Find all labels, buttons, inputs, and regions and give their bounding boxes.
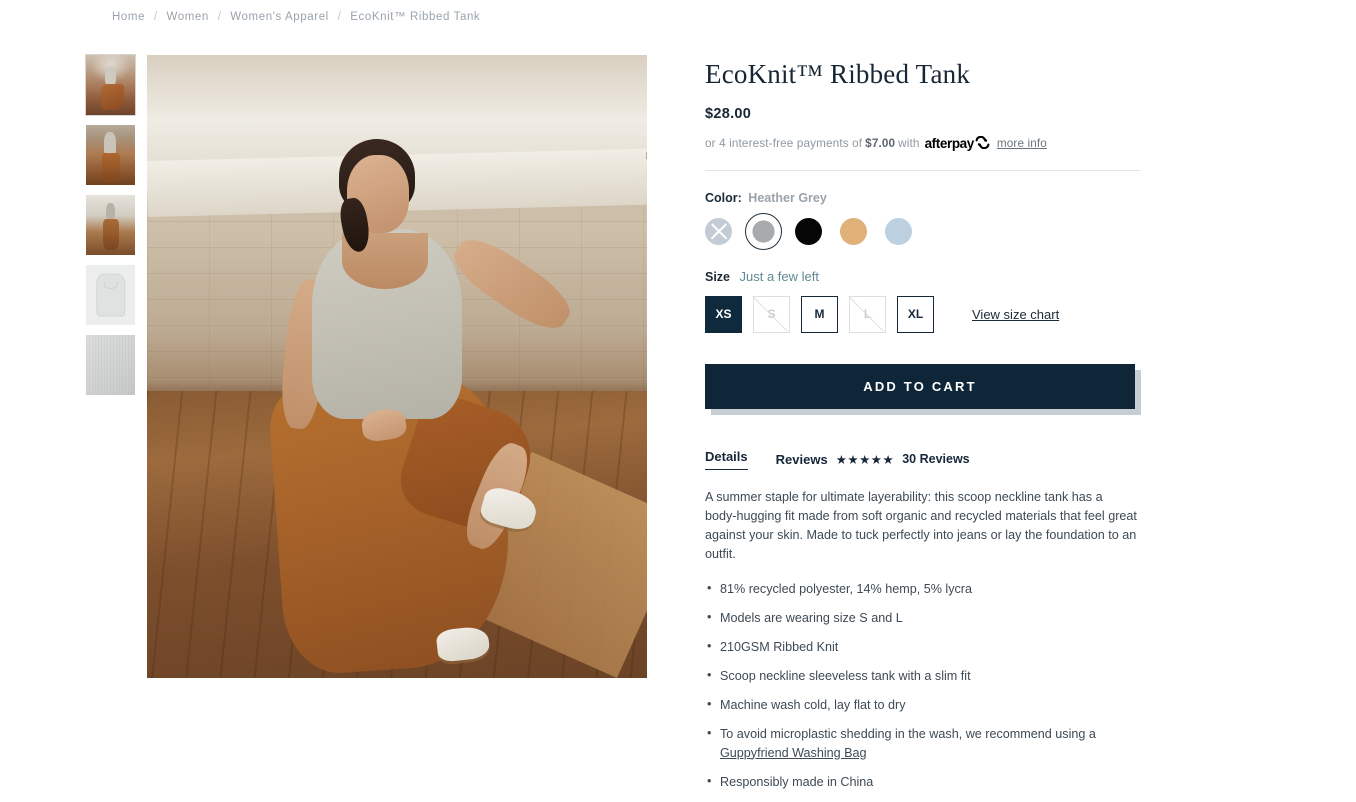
breadcrumb-item-women[interactable]: Women — [166, 11, 208, 23]
list-item-text: To avoid microplastic shedding in the wa… — [720, 726, 1096, 741]
swatch-dot — [752, 220, 775, 243]
list-item: 210GSM Ribbed Knit — [705, 637, 1137, 657]
color-swatch-white[interactable] — [705, 217, 732, 245]
add-to-cart-wrapper: ADD TO CART — [705, 363, 1141, 415]
color-swatch-light-blue[interactable] — [885, 217, 912, 245]
add-to-cart-button[interactable]: ADD TO CART — [705, 363, 1135, 409]
thumbnail-model-back-view[interactable] — [86, 125, 135, 185]
list-item: Responsibly made in China — [705, 772, 1137, 792]
size-option-xs[interactable]: XS — [705, 295, 742, 333]
product-description: A summer staple for ultimate layerabilit… — [705, 489, 1137, 561]
color-swatch-tan[interactable] — [840, 217, 867, 245]
hero-product-image[interactable] — [147, 55, 647, 678]
review-count: 30 Reviews — [902, 452, 970, 467]
rating-stars-icon: ★★★★★ — [835, 452, 895, 467]
afterpay-wordmark: afterpay — [924, 136, 975, 152]
breadcrumb-separator: / — [337, 11, 342, 23]
size-label: Size Just a few left — [705, 269, 1140, 284]
page-title: EcoKnit™ Ribbed Tank — [705, 59, 971, 89]
swatch-dot — [705, 217, 732, 245]
guppyfriend-washing-bag-link[interactable]: Guppyfriend Washing Bag — [720, 746, 867, 760]
afterpay-logo: afterpay — [924, 135, 990, 152]
color-label-text: Color: — [705, 190, 742, 205]
size-option-s: S — [753, 295, 790, 333]
thumbnail-model-seated-front[interactable] — [85, 54, 136, 116]
color-swatch-black[interactable] — [795, 217, 822, 245]
color-label: Color: Heather Grey — [705, 191, 1140, 205]
afterpay-message: or 4 interest-free payments of $7.00 wit… — [705, 135, 1140, 152]
afterpay-with: with — [898, 137, 920, 151]
size-option-l: L — [849, 295, 886, 333]
size-option-m[interactable]: M — [801, 295, 838, 333]
product-feature-list: 81% recycled polyester, 14% hemp, 5% lyc… — [705, 579, 1137, 792]
thumbnail-fabric-closeup[interactable] — [86, 335, 135, 395]
color-swatch-list — [705, 212, 1140, 250]
afterpay-installment: $7.00 — [865, 137, 896, 151]
color-swatch-heather-grey[interactable] — [745, 212, 782, 250]
swatch-dot — [795, 217, 822, 245]
breadcrumb-separator: / — [153, 11, 158, 23]
afterpay-arrow-icon — [975, 135, 990, 152]
color-selector: Color: Heather Grey — [705, 191, 1140, 250]
section-divider — [705, 169, 1140, 171]
size-label-text: Size — [705, 269, 731, 284]
tab-details[interactable]: Details — [705, 449, 748, 470]
list-item: Models are wearing size S and L — [705, 608, 1137, 628]
tab-reviews[interactable]: Reviews ★★★★★ 30 Reviews — [776, 452, 970, 467]
swatch-dot — [885, 217, 912, 245]
swatch-dot — [840, 217, 867, 245]
afterpay-prefix: or 4 interest-free payments of — [705, 137, 863, 151]
breadcrumb-item-womens-apparel[interactable]: Women's Apparel — [230, 11, 329, 23]
list-item: Machine wash cold, lay flat to dry — [705, 695, 1137, 715]
product-info-panel: EcoKnit™ Ribbed Tank $28.00 or 4 interes… — [705, 59, 1141, 802]
size-option-list: XS S M L XL View size chart — [705, 295, 1140, 333]
view-size-chart-link[interactable]: View size chart — [972, 307, 1059, 322]
size-selector: Size Just a few left XS S M L XL View si… — [705, 269, 1140, 333]
breadcrumb-item-current: EcoKnit™ Ribbed Tank — [350, 11, 481, 23]
product-page: Home / Women / Women's Apparel / EcoKnit… — [0, 0, 1356, 791]
product-price: $28.00 — [705, 105, 752, 122]
size-option-xl[interactable]: XL — [897, 295, 934, 333]
thumbnail-product-flat-lay[interactable] — [86, 265, 135, 325]
color-selected-value: Heather Grey — [748, 190, 827, 205]
list-item: To avoid microplastic shedding in the wa… — [705, 724, 1137, 763]
breadcrumb-separator: / — [217, 11, 222, 23]
tab-reviews-label: Reviews — [775, 451, 828, 467]
afterpay-more-info-link[interactable]: more info — [997, 137, 1047, 150]
breadcrumb: Home / Women / Women's Apparel / EcoKnit… — [112, 11, 480, 23]
list-item: Scoop neckline sleeveless tank with a sl… — [705, 666, 1137, 686]
stock-note: Just a few left — [739, 268, 819, 284]
breadcrumb-item-home[interactable]: Home — [112, 11, 145, 23]
thumbnail-model-standing-window[interactable] — [86, 195, 135, 255]
list-item: 81% recycled polyester, 14% hemp, 5% lyc… — [705, 579, 1137, 599]
thumbnail-gallery — [85, 54, 136, 405]
product-tabs: Details Reviews ★★★★★ 30 Reviews — [705, 449, 1140, 470]
